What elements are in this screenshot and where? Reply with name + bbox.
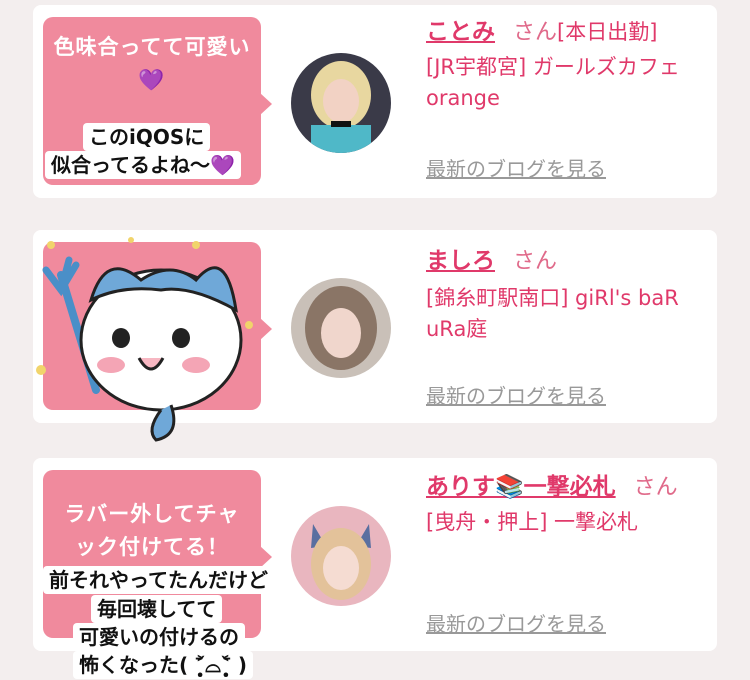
avatar-photo: [291, 506, 391, 606]
avatar-photo: [291, 278, 391, 378]
overlay-caption-line: このiQOSに: [83, 123, 211, 151]
girl-name-link[interactable]: ことみ: [426, 19, 495, 45]
comment-text: 色味合ってて可愛い💜: [53, 35, 251, 92]
overlay-caption-line: 毎回壊してて: [91, 595, 223, 623]
girl-name-link[interactable]: ありす📚一撃必札: [426, 474, 616, 500]
latest-blog-link[interactable]: 最新のブログを見る: [426, 380, 606, 409]
overlay-caption-line: 前それやってたんだけど: [43, 566, 274, 594]
girl-name-link[interactable]: ましろ: [426, 248, 495, 274]
shop-name: [曳舟・押上] 一撃必札: [426, 510, 639, 534]
info-block: ありす📚一撃必札 さん [曳舟・押上] 一撃必札: [426, 472, 711, 538]
honorific: さん: [513, 249, 558, 274]
honorific: さん: [633, 475, 678, 500]
overlay-caption-line: 可愛いの付けるの: [73, 623, 245, 651]
blog-card-mashiro[interactable]: ましろ さん [錦糸町駅南口] giRl's baR uRa庭 最新のブログを見る: [33, 230, 717, 442]
shop-name: [JR宇都宮] ガールズカフェ orange: [426, 55, 680, 110]
avatar[interactable]: [291, 278, 391, 378]
comment-text: ラバー外してチャック付けてる！: [64, 502, 240, 559]
status-tag: [本日出勤]: [557, 20, 658, 44]
info-block: ことみ さん[本日出勤] [JR宇都宮] ガールズカフェ orange: [426, 17, 711, 114]
overlay-caption-line: 似合ってるよね〜💜: [45, 151, 241, 179]
shop-name: [錦糸町駅南口] giRl's baR uRa庭: [426, 286, 679, 341]
honorific: さん: [513, 20, 558, 45]
avatar[interactable]: [291, 53, 391, 153]
blog-card-kotomi[interactable]: 色味合ってて可愛い💜 このiQOSに 似合ってるよね〜💜 ことみ さん[本日出勤]…: [33, 5, 717, 198]
blog-card-arisu[interactable]: ラバー外してチャック付けてる！ 前それやってたんだけど 毎回壊してて 可愛いの付…: [33, 458, 717, 679]
overlay-caption-line: 怖くなった( ˃̣̣̥᷄⌓˂̣̣̥᷅ ): [73, 651, 254, 679]
latest-blog-link[interactable]: 最新のブログを見る: [426, 608, 606, 637]
latest-blog-link[interactable]: 最新のブログを見る: [426, 153, 606, 182]
avatar[interactable]: [291, 506, 391, 606]
info-block: ましろ さん [錦糸町駅南口] giRl's baR uRa庭: [426, 246, 711, 345]
avatar-photo: [291, 53, 391, 153]
hand-drawn-cat-character-sticker: [36, 237, 253, 442]
